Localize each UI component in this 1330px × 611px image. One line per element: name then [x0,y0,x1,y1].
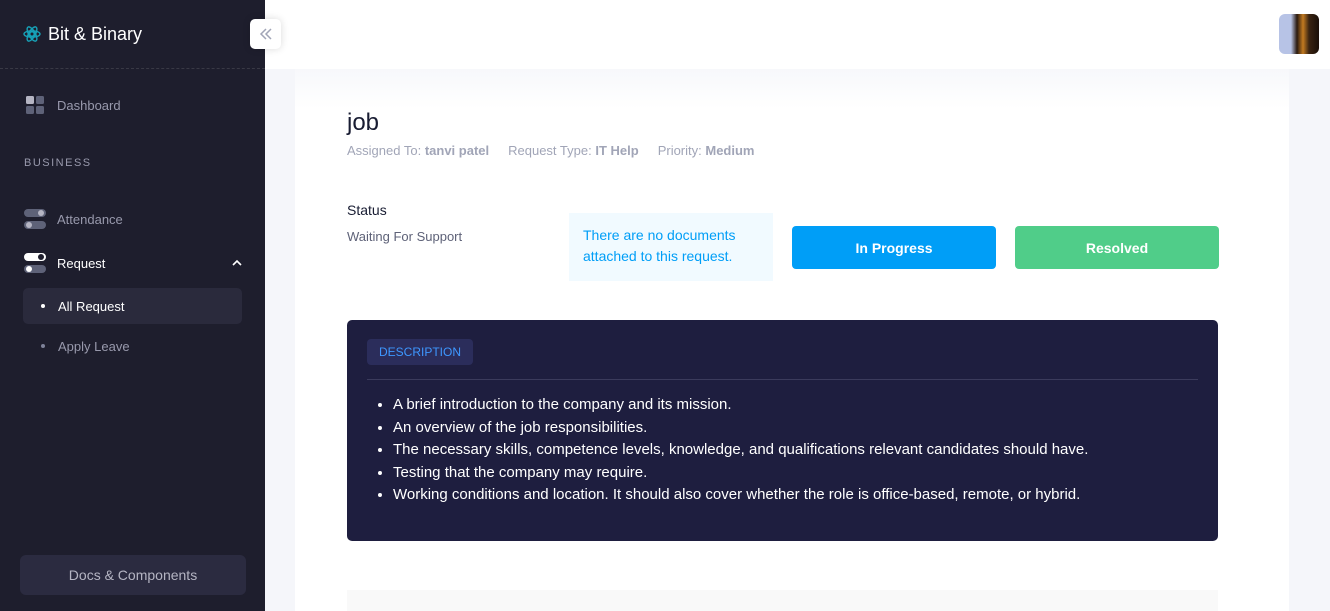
sidebar-item-label: Attendance [57,211,123,227]
request-type-value: IT Help [595,143,639,158]
sidebar-subitem-label: All Request [58,298,125,314]
toggle-icon [24,209,46,229]
no-documents-note: There are no documents attached to this … [569,213,773,281]
chevron-up-icon[interactable] [232,258,242,271]
brand[interactable]: Bit & Binary [0,0,265,69]
resolved-button[interactable]: Resolved [1015,226,1219,269]
priority-label: Priority: [657,143,702,158]
avatar[interactable] [1279,14,1319,54]
assigned-to-label: Assigned To: [347,143,422,158]
list-item: An overview of the job responsibilities. [393,417,1088,440]
sidebar-item-request[interactable]: Request [24,253,105,273]
divider [367,379,1198,380]
request-type: Request Type: IT Help [508,143,639,158]
sidebar: Bit & Binary Dashboard BUSINESS Attendan… [0,0,265,611]
description-list: A brief introduction to the company and … [393,394,1088,507]
status-label: Status [347,202,387,218]
priority: Priority: Medium [658,143,755,158]
next-section-strip [347,590,1218,611]
request-card: job Assigned To: tanvi patel Request Typ… [295,69,1289,611]
collapse-sidebar-button[interactable] [250,19,281,49]
description-panel: DESCRIPTION A brief introduction to the … [347,320,1218,541]
header [265,0,1330,69]
section-title: BUSINESS [24,157,92,169]
dashboard-icon [24,95,46,115]
status-value: Waiting For Support [347,229,463,244]
brand-name: Bit & Binary [48,23,143,44]
request-title: job [347,109,380,136]
assigned-to: Assigned To: tanvi patel [347,143,489,158]
bullet-icon [41,344,45,348]
priority-value: Medium [705,143,755,158]
toggle-icon [24,253,46,273]
sidebar-item-label: Dashboard [57,97,121,113]
list-item: The necessary skills, competence levels,… [393,439,1088,462]
sidebar-item-dashboard[interactable]: Dashboard [24,95,121,115]
double-chevron-left-icon [259,28,272,40]
sidebar-subitem-all-request[interactable]: All Request [23,288,242,324]
docs-components-button[interactable]: Docs & Components [20,555,246,595]
sidebar-item-attendance[interactable]: Attendance [24,209,123,229]
card-top-fade [295,69,1289,109]
sidebar-subitem-label: Apply Leave [58,338,130,354]
assigned-to-value: tanvi patel [424,143,490,158]
sidebar-item-label: Request [57,255,106,271]
list-item: Testing that the company may require. [393,462,1088,485]
brand-logo-icon [23,26,41,42]
request-meta: Assigned To: tanvi patel Request Type: I… [347,143,755,158]
list-item: A brief introduction to the company and … [393,394,1088,417]
list-item: Working conditions and location. It shou… [393,484,1088,507]
sidebar-subitem-apply-leave[interactable]: Apply Leave [23,328,242,364]
description-badge: DESCRIPTION [367,339,474,365]
request-type-label: Request Type: [508,143,592,158]
bullet-icon [41,304,45,308]
in-progress-button[interactable]: In Progress [792,226,996,269]
